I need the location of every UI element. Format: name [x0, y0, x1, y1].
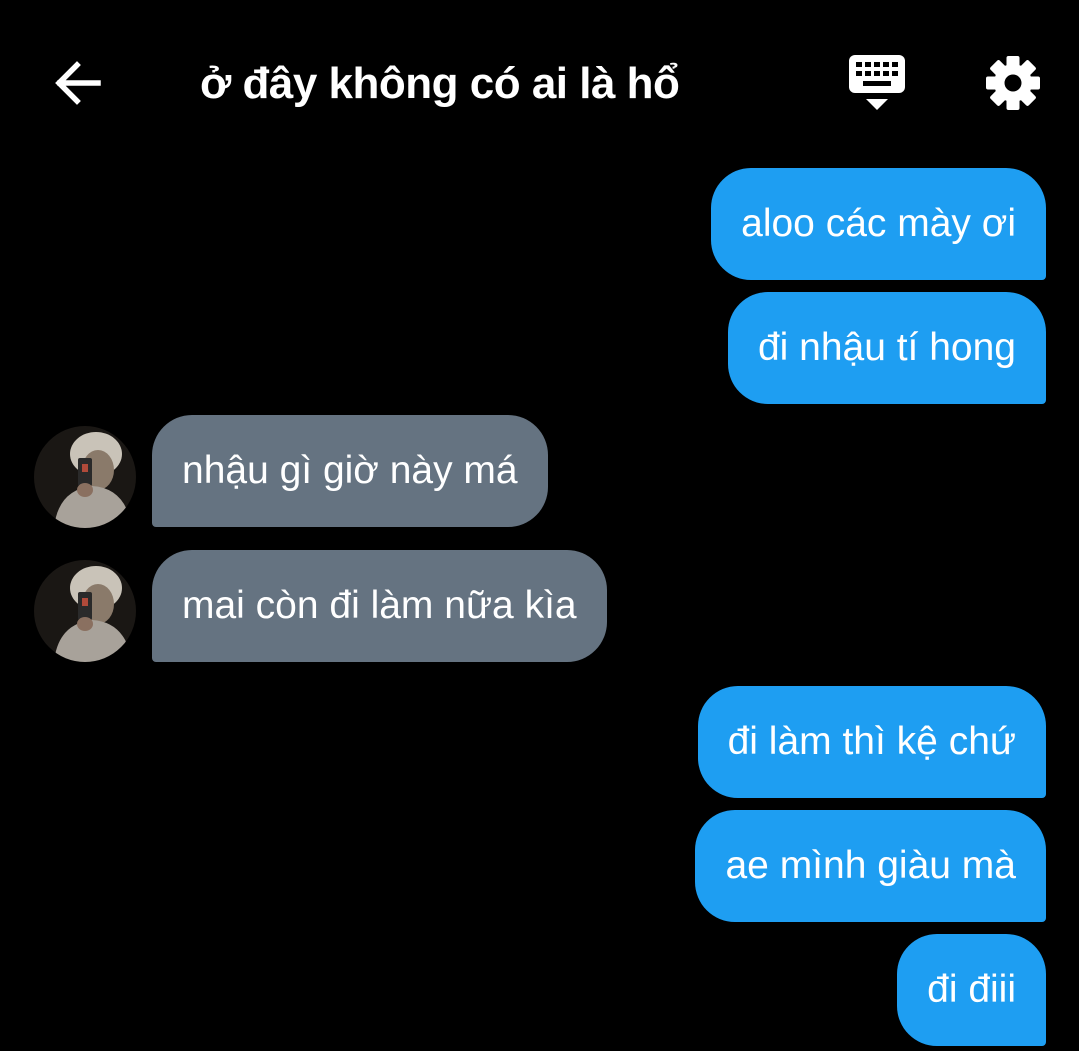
avatar-photo: [34, 426, 136, 528]
back-button[interactable]: [50, 55, 106, 111]
avatar[interactable]: [34, 560, 136, 662]
message-bubble-sent[interactable]: aloo các mày ơi: [711, 168, 1046, 280]
settings-button[interactable]: [982, 52, 1044, 114]
gear-icon: [986, 56, 1040, 110]
message-bubble-sent[interactable]: đi điii: [897, 934, 1046, 1046]
message-bubble-sent[interactable]: đi nhậu tí hong: [727, 292, 1046, 404]
avatar[interactable]: [34, 426, 136, 528]
keyboard-hide-icon: [849, 55, 905, 110]
chat-title: ở đây không có ai là hổ: [200, 59, 680, 108]
keyboard-toggle-button[interactable]: [846, 52, 908, 114]
avatar-photo: [34, 560, 136, 662]
message-bubble-sent[interactable]: ae mình giàu mà: [695, 810, 1046, 922]
chat-header: ở đây không có ai là hổ: [0, 0, 1079, 160]
message-bubble-received[interactable]: mai còn đi làm nữa kìa: [152, 550, 607, 662]
message-bubble-received[interactable]: nhậu gì giờ này má: [152, 415, 548, 527]
arrow-left-icon: [55, 61, 101, 105]
message-bubble-sent[interactable]: đi làm thì kệ chứ: [697, 686, 1046, 798]
